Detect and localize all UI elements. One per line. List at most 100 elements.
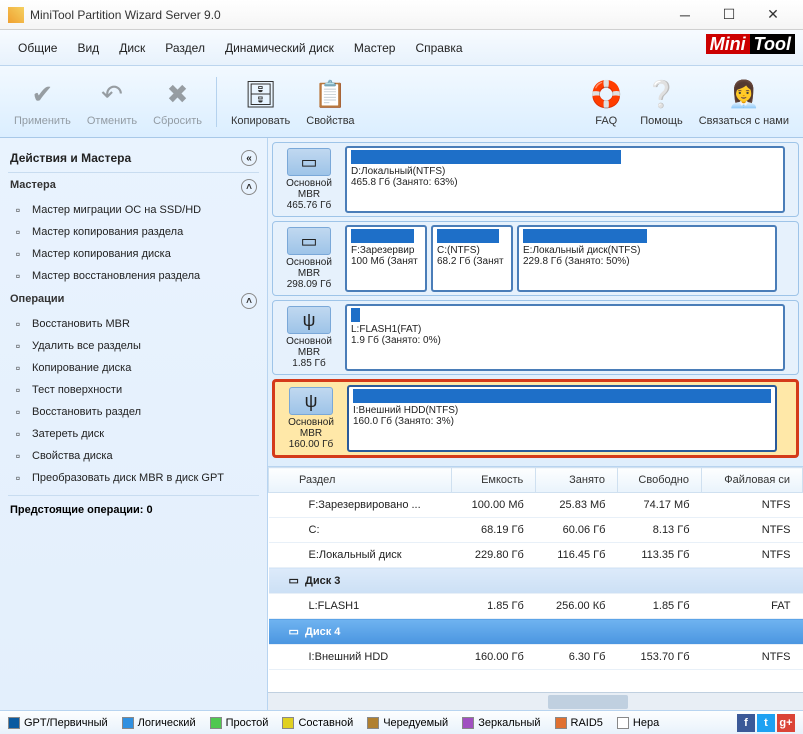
table-row[interactable]: I:Внешний HDD160.00 Гб6.30 Гб153.70 ГбNT… [269, 645, 803, 670]
facebook-icon[interactable]: f [737, 714, 755, 732]
column-header[interactable]: Раздел [269, 468, 452, 493]
scrollbar-thumb[interactable] [548, 695, 628, 709]
close-button[interactable]: ✕ [751, 0, 795, 30]
properties-button[interactable]: 📋Свойства [298, 75, 362, 129]
menu-item[interactable]: Общие [8, 37, 67, 59]
legend-swatch [210, 717, 222, 729]
partition-table: РазделЕмкостьЗанятоСвободноФайловая си F… [268, 466, 803, 692]
disk-row[interactable]: ψОсновной MBR160.00 ГбI:Внешний HDD(NTFS… [272, 379, 799, 458]
list-item[interactable]: ▫Свойства диска [8, 445, 259, 467]
legend-swatch [122, 717, 134, 729]
help-button[interactable]: ❔Помощь [632, 75, 691, 129]
recover-icon: ▫ [10, 268, 26, 284]
list-item[interactable]: ▫Мастер копирования раздела [8, 221, 259, 243]
list-item[interactable]: ▫Мастер копирования диска [8, 243, 259, 265]
apply-button[interactable]: ✔Применить [6, 75, 79, 129]
legend-item: Зеркальный [462, 717, 540, 729]
column-header[interactable]: Свободно [617, 468, 701, 493]
partition-cell[interactable]: C:(NTFS)68.2 Гб (Занят [431, 225, 513, 292]
legend-item: Нера [617, 717, 659, 729]
chevron-up-icon[interactable]: ˄ [241, 179, 257, 195]
table-body: F:Зарезервировано ...100.00 Мб25.83 Мб74… [269, 493, 803, 670]
disk-header: ψОсновной MBR160.00 Гб [277, 385, 345, 452]
table-row[interactable]: F:Зарезервировано ...100.00 Мб25.83 Мб74… [269, 493, 803, 518]
legend-item: Чередуемый [367, 717, 448, 729]
reset-icon: ✖ [160, 77, 196, 113]
undo-button[interactable]: ↶Отменить [79, 75, 145, 129]
recover-icon: ▫ [10, 404, 26, 420]
menu-item[interactable]: Раздел [155, 37, 215, 59]
copy-part-icon: ▫ [10, 224, 26, 240]
copy-button[interactable]: 🗄Копировать [223, 75, 298, 129]
partition-cell[interactable]: D:Локальный(NTFS)465.8 Гб (Занято: 63%) [345, 146, 785, 213]
sidebar-header: Действия и Мастера « [8, 144, 259, 173]
delete-icon: ▫ [10, 338, 26, 354]
list-item[interactable]: ▫Копирование диска [8, 357, 259, 379]
disk-copy-icon: 🗄 [243, 77, 279, 113]
table-row[interactable]: E:Локальный диск229.80 Гб116.45 Гб113.35… [269, 543, 803, 568]
app-icon [8, 7, 24, 23]
legend-swatch [462, 717, 474, 729]
faq-button[interactable]: 🛟FAQ [580, 75, 632, 129]
undo-icon: ↶ [94, 77, 130, 113]
column-header[interactable]: Емкость [451, 468, 536, 493]
list-item[interactable]: ▫Тест поверхности [8, 379, 259, 401]
operations-header: Операции ˄ [8, 287, 259, 313]
list-item[interactable]: ▫Преобразовать диск MBR в диск GPT [8, 467, 259, 489]
twitter-icon[interactable]: t [757, 714, 775, 732]
menubar: ОбщиеВидДискРазделДинамический дискМасте… [0, 30, 803, 66]
menu-item[interactable]: Динамический диск [215, 37, 344, 59]
partition-cell[interactable]: F:Зарезервир100 Мб (Занят [345, 225, 427, 292]
column-header[interactable]: Занято [536, 468, 618, 493]
disk-header: ▭Основной MBR298.09 Гб [275, 225, 343, 292]
partition-cell[interactable]: L:FLASH1(FAT)1.9 Гб (Занято: 0%) [345, 304, 785, 371]
list-item[interactable]: ▫Восстановить раздел [8, 401, 259, 423]
wizards-header: Мастера ˄ [8, 173, 259, 199]
disk-header: ▭Основной MBR465.76 Гб [275, 146, 343, 213]
usb-icon: ψ [289, 387, 333, 415]
disk-icon: ▭ [289, 575, 299, 587]
chevron-up-icon[interactable]: ˄ [241, 293, 257, 309]
copy-disk-icon: ▫ [10, 246, 26, 262]
collapse-icon[interactable]: « [241, 150, 257, 166]
table-row[interactable]: L:FLASH11.85 Гб256.00 Кб1.85 ГбFAT [269, 594, 803, 619]
lifebuoy-icon: 🛟 [588, 77, 624, 113]
wrench-icon: ▫ [10, 316, 26, 332]
table-row[interactable]: C:68.19 Гб60.06 Гб8.13 ГбNTFS [269, 518, 803, 543]
menu-item[interactable]: Диск [109, 37, 155, 59]
statusbar: GPT/ПервичныйЛогическийПростойСоставнойЧ… [0, 710, 803, 734]
maximize-button[interactable]: ☐ [707, 0, 751, 30]
table-header-row: РазделЕмкостьЗанятоСвободноФайловая си [269, 468, 803, 493]
sidebar: Действия и Мастера « Мастера ˄ ▫Мастер м… [0, 138, 268, 710]
disk-group-row[interactable]: ▭ Диск 4 [269, 619, 803, 645]
copy-icon: ▫ [10, 360, 26, 376]
legend-swatch [555, 717, 567, 729]
reset-button[interactable]: ✖Сбросить [145, 75, 210, 129]
horizontal-scrollbar[interactable] [268, 692, 803, 710]
menu-item[interactable]: Мастер [344, 37, 406, 59]
googleplus-icon[interactable]: g+ [777, 714, 795, 732]
column-header[interactable]: Файловая си [702, 468, 803, 493]
disk-row[interactable]: ▭Основной MBR465.76 ГбD:Локальный(NTFS)4… [272, 142, 799, 217]
menu-item[interactable]: Справка [405, 37, 472, 59]
disk-row[interactable]: ψОсновной MBR1.85 ГбL:FLASH1(FAT)1.9 Гб … [272, 300, 799, 375]
disk-group-row[interactable]: ▭ Диск 3 [269, 568, 803, 594]
legend-item: GPT/Первичный [8, 717, 108, 729]
check-icon: ✔ [24, 77, 60, 113]
titlebar: MiniTool Partition Wizard Server 9.0 ─ ☐… [0, 0, 803, 30]
list-item[interactable]: ▫Мастер миграции ОС на SSD/HD [8, 199, 259, 221]
support-icon: 👩‍💼 [726, 77, 762, 113]
list-item[interactable]: ▫Удалить все разделы [8, 335, 259, 357]
list-item[interactable]: ▫Мастер восстановления раздела [8, 265, 259, 287]
partition-cell[interactable]: I:Внешний HDD(NTFS)160.0 Гб (Занято: 3%) [347, 385, 777, 452]
toolbar: ✔Применить ↶Отменить ✖Сбросить 🗄Копирова… [0, 66, 803, 138]
legend-item: RAID5 [555, 717, 603, 729]
list-item[interactable]: ▫Восстановить MBR [8, 313, 259, 335]
disk-row[interactable]: ▭Основной MBR298.09 ГбF:Зарезервир100 Мб… [272, 221, 799, 296]
partition-cell[interactable]: E:Локальный диск(NTFS)229.8 Гб (Занято: … [517, 225, 777, 292]
minimize-button[interactable]: ─ [663, 0, 707, 30]
list-item[interactable]: ▫Затереть диск [8, 423, 259, 445]
menu-item[interactable]: Вид [67, 37, 109, 59]
legend-swatch [8, 717, 20, 729]
contact-button[interactable]: 👩‍💼Связаться с нами [691, 75, 797, 129]
